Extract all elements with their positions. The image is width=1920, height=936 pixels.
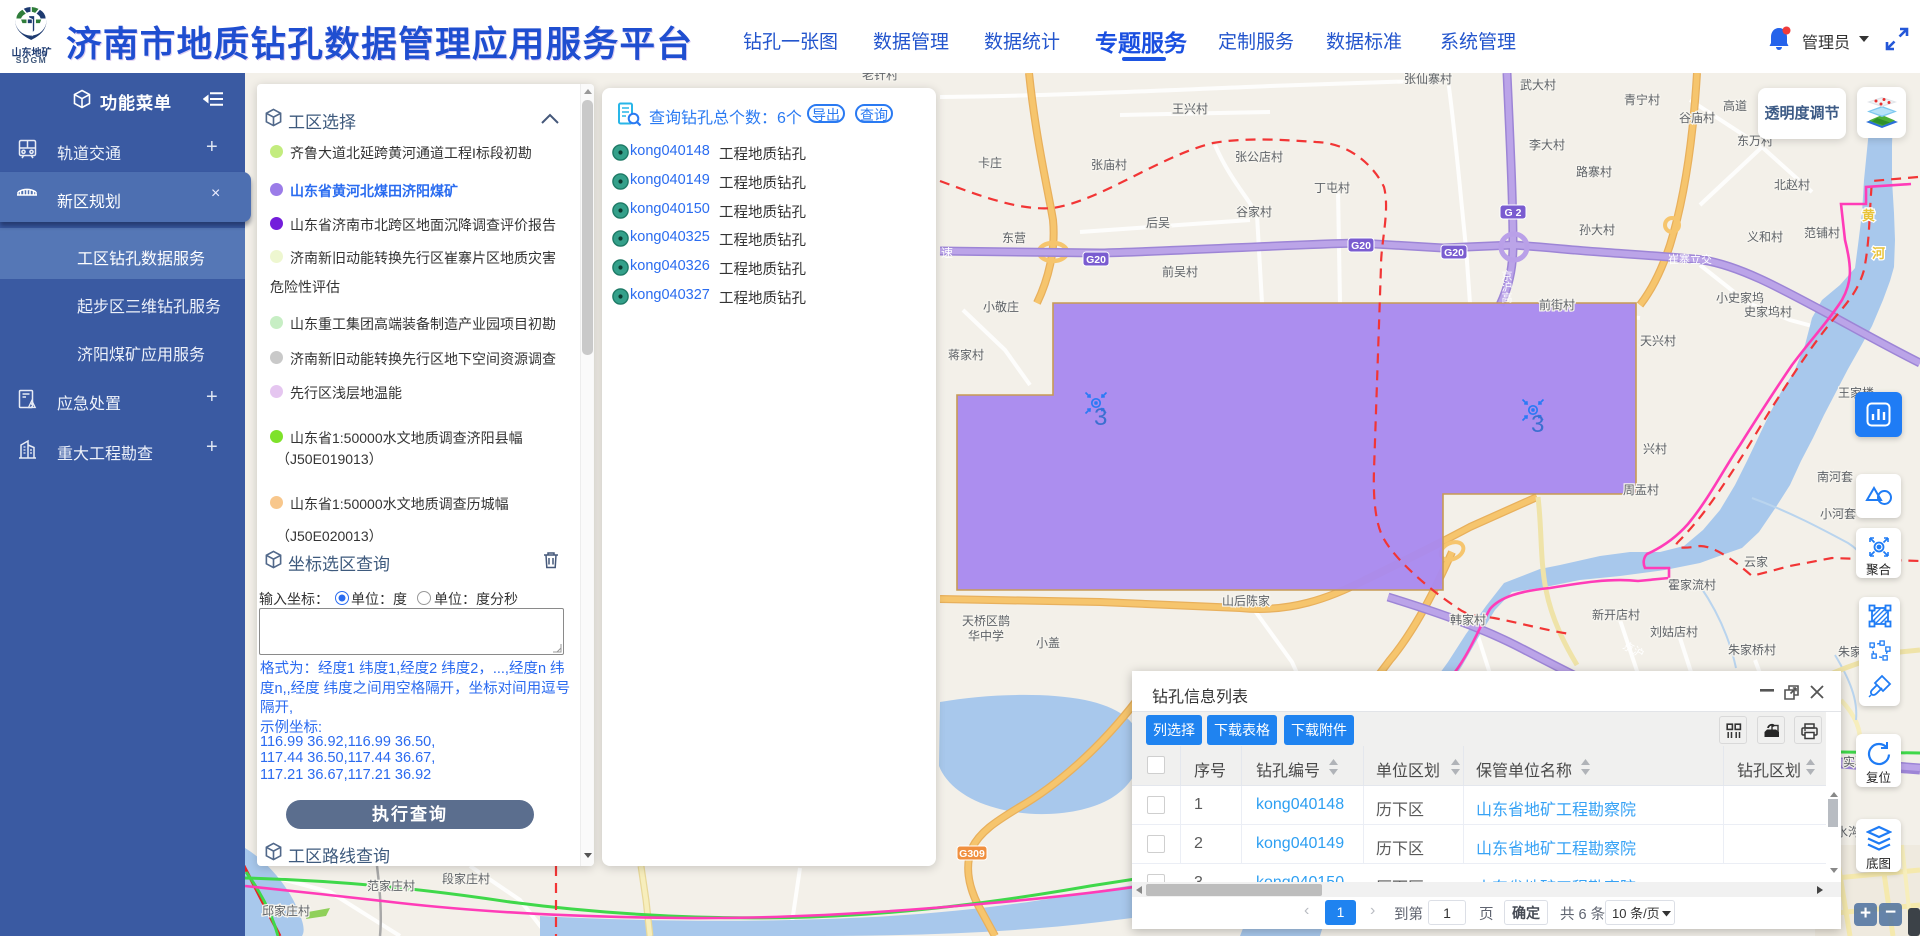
svg-text:云家: 云家 xyxy=(1744,554,1768,569)
svg-text:北赵村: 北赵村 xyxy=(1774,178,1810,192)
svg-text:G 2: G 2 xyxy=(1505,207,1522,219)
svg-text:前街村: 前街村 xyxy=(1539,297,1575,312)
svg-text:老针村: 老针村 xyxy=(862,73,898,82)
svg-text:青宁村: 青宁村 xyxy=(1624,92,1660,107)
svg-text:东营: 东营 xyxy=(1002,231,1026,245)
svg-text:黄: 黄 xyxy=(1862,208,1875,223)
svg-text:周盂村: 周盂村 xyxy=(1623,483,1659,497)
svg-text:京沪高: 京沪高 xyxy=(1500,269,1513,304)
svg-text:张公店村: 张公店村 xyxy=(1235,150,1283,164)
svg-text:河: 河 xyxy=(1872,246,1885,261)
svg-text:谷家村: 谷家村 xyxy=(1236,204,1272,219)
svg-text:天兴村: 天兴村 xyxy=(1640,334,1676,348)
svg-text:谷庙村: 谷庙村 xyxy=(1679,111,1715,125)
svg-text:武大村: 武大村 xyxy=(1520,78,1556,92)
svg-text:王兴村: 王兴村 xyxy=(1172,102,1208,116)
svg-text:高道: 高道 xyxy=(1723,98,1747,113)
svg-text:速: 速 xyxy=(941,246,953,260)
svg-text:山后陈家: 山后陈家 xyxy=(1222,593,1270,608)
svg-text:兴村: 兴村 xyxy=(1643,442,1667,456)
svg-text:丁屯村: 丁屯村 xyxy=(1314,181,1350,195)
svg-text:义和村: 义和村 xyxy=(1747,230,1783,244)
svg-text:张庙村: 张庙村 xyxy=(1091,158,1127,172)
svg-text:后吴: 后吴 xyxy=(1146,216,1170,230)
svg-text:史家坞村: 史家坞村 xyxy=(1744,304,1792,319)
svg-text:霍家流村: 霍家流村 xyxy=(1668,577,1716,592)
svg-text:G20: G20 xyxy=(1351,240,1371,252)
svg-text:邱家庄村: 邱家庄村 xyxy=(262,903,310,918)
svg-text:小河套: 小河套 xyxy=(1820,507,1856,521)
svg-text:范家庄村: 范家庄村 xyxy=(367,878,415,893)
svg-text:南河套: 南河套 xyxy=(1817,469,1853,484)
svg-text:3: 3 xyxy=(1094,404,1107,431)
svg-text:朱家桥村: 朱家桥村 xyxy=(1728,642,1776,657)
svg-text:小敬庄: 小敬庄 xyxy=(983,299,1019,314)
svg-text:小盖: 小盖 xyxy=(1036,636,1060,650)
svg-text:蒋家村: 蒋家村 xyxy=(948,347,984,362)
svg-text:韩家村: 韩家村 xyxy=(1450,612,1486,627)
svg-text:卡庄: 卡庄 xyxy=(978,155,1002,170)
svg-text:段家庄村: 段家庄村 xyxy=(442,871,490,886)
svg-text:G309: G309 xyxy=(959,848,985,860)
svg-text:路寨村: 路寨村 xyxy=(1576,164,1612,179)
svg-text:刘姑店村: 刘姑店村 xyxy=(1650,625,1698,639)
svg-text:新开店村: 新开店村 xyxy=(1592,607,1640,622)
svg-text:天桥区鹊: 天桥区鹊 xyxy=(962,614,1010,628)
svg-text:范铺村: 范铺村 xyxy=(1804,226,1840,240)
svg-text:孙大村: 孙大村 xyxy=(1579,223,1615,237)
svg-text:3: 3 xyxy=(1531,411,1544,438)
svg-text:崔寨立交: 崔寨立交 xyxy=(1668,252,1712,266)
svg-text:张仙寨村: 张仙寨村 xyxy=(1404,73,1452,86)
svg-text:李大村: 李大村 xyxy=(1529,137,1565,152)
svg-text:前吴村: 前吴村 xyxy=(1162,264,1198,279)
svg-text:G20: G20 xyxy=(1444,247,1464,259)
svg-text:华中学: 华中学 xyxy=(968,628,1004,643)
svg-text:小史家坞: 小史家坞 xyxy=(1716,290,1764,305)
svg-text:G20: G20 xyxy=(1086,254,1106,266)
